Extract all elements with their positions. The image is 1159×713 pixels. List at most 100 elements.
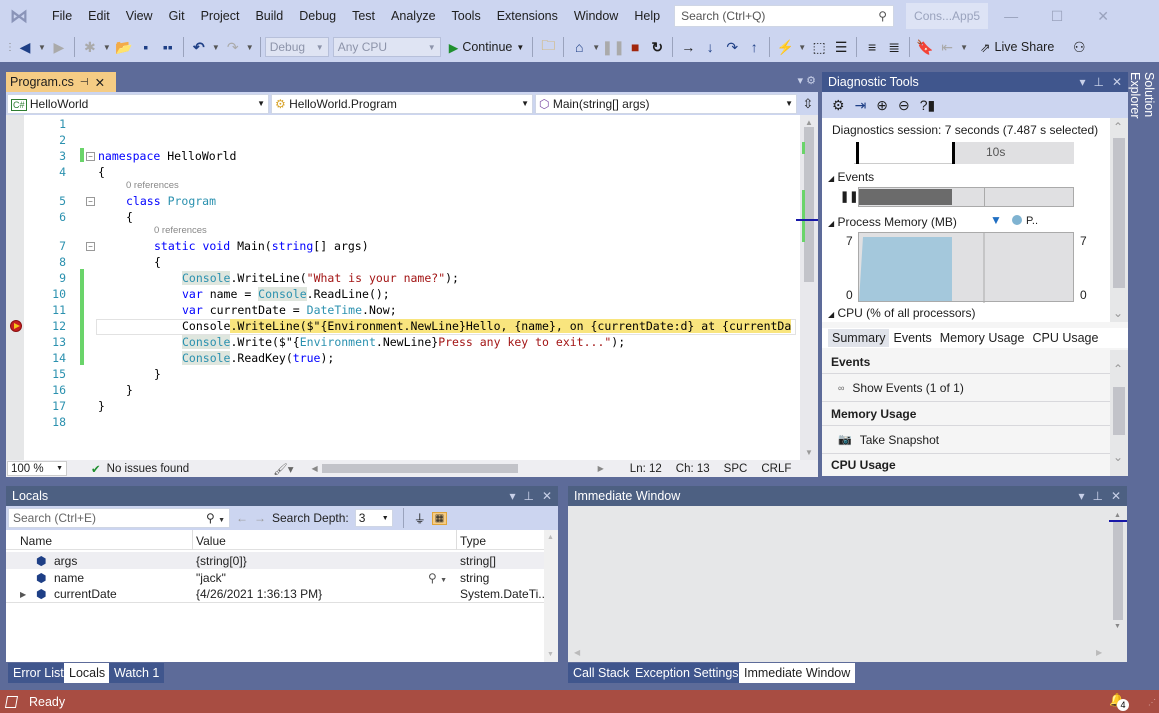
expand-icon[interactable]: ▶ <box>20 590 26 599</box>
whitespace-indicator[interactable]: SPC <box>724 463 748 475</box>
pin-tab-icon[interactable]: ⊣ <box>80 77 89 88</box>
redo-icon[interactable]: ↷ <box>222 36 244 58</box>
show-next-statement-icon[interactable]: → <box>677 36 699 58</box>
maximize-button[interactable]: ☐ <box>1034 8 1080 25</box>
row-value[interactable]: {string[0]} <box>196 554 247 568</box>
open-file-icon[interactable]: 📂 <box>113 36 135 58</box>
menu-tools[interactable]: Tools <box>444 0 489 32</box>
scrollbar-thumb[interactable] <box>1113 138 1125 288</box>
menu-analyze[interactable]: Analyze <box>383 0 443 32</box>
codelens-references[interactable]: 0 references <box>126 180 179 191</box>
solution-name-badge[interactable]: Cons...App5 <box>906 3 989 29</box>
table-row[interactable]: ▶ ⬢ currentDate {4/26/2021 1:36:13 PM} S… <box>6 586 558 603</box>
navigate-back-icon[interactable]: ◀ <box>14 36 36 58</box>
profiler-help-icon[interactable]: ?▮ <box>920 97 936 114</box>
project-select[interactable]: C# HelloWorld ▼ <box>7 93 269 114</box>
tab-events[interactable]: Events <box>889 329 935 347</box>
row-value[interactable]: {4/26/2021 1:36:13 PM} <box>196 587 322 601</box>
break-all-icon[interactable]: ❚❚ <box>601 36 624 58</box>
menu-test[interactable]: Test <box>344 0 383 32</box>
search-depth-select[interactable]: 3 ▼ <box>354 509 393 527</box>
scrollbar-thumb[interactable] <box>1113 387 1125 435</box>
navigate-back-dropdown-icon[interactable]: ▼ <box>38 43 46 52</box>
pane-menu-icon[interactable]: ▾ <box>509 489 515 503</box>
take-snapshot-button[interactable]: 📷 Take Snapshot <box>822 426 1110 454</box>
view-as-table-icon[interactable]: ▦ <box>431 511 448 525</box>
pause-icon[interactable]: ❚❚ <box>840 190 858 203</box>
scroll-up-icon[interactable]: ⌃ <box>1113 120 1123 134</box>
column-header-name[interactable]: Name <box>20 534 52 548</box>
live-visual-tree-icon[interactable]: ☰ <box>830 36 852 58</box>
menu-git[interactable]: Git <box>161 0 193 32</box>
step-out-icon[interactable]: ↑ <box>743 36 765 58</box>
scroll-down-icon[interactable]: ⌄ <box>1113 450 1123 464</box>
solution-explorer-tab[interactable]: Solution Explorer <box>1128 72 1156 162</box>
live-share-button[interactable]: ⇗ Live Share <box>980 40 1054 55</box>
collapse-namespace-icon[interactable]: − <box>86 152 95 161</box>
step-over-icon[interactable]: ↷ <box>721 36 743 58</box>
text-visualizer-icon[interactable]: ⚲ ▼ <box>428 571 447 585</box>
step-into-icon[interactable]: ↓ <box>699 36 721 58</box>
filter-icon[interactable]: ⏚ <box>414 510 426 527</box>
editor-vertical-scrollbar[interactable]: ▲ ▼ <box>796 115 818 460</box>
close-pane-icon[interactable]: ✕ <box>1111 489 1121 503</box>
column-divider[interactable] <box>456 530 457 550</box>
column-header-type[interactable]: Type <box>460 534 486 548</box>
horizontal-scrollbar-thumb[interactable] <box>321 464 518 473</box>
column-header-value[interactable]: Value <box>196 534 226 548</box>
outdent-icon[interactable]: ≣ <box>883 36 905 58</box>
collapse-class-icon[interactable]: − <box>86 197 95 206</box>
events-track[interactable] <box>858 187 1074 207</box>
restart-icon[interactable]: ↻ <box>646 36 668 58</box>
pane-menu-icon[interactable]: ▾ <box>1078 489 1084 503</box>
column-divider[interactable] <box>192 530 193 550</box>
codelens-references[interactable]: 0 references <box>154 225 207 236</box>
scroll-right-icon[interactable]: ▶ <box>598 464 604 473</box>
scroll-right-icon[interactable]: ▶ <box>1096 648 1102 657</box>
zoom-select[interactable]: 100 % ▼ <box>7 461 67 476</box>
feedback-icon[interactable]: ⚇ <box>1068 36 1090 58</box>
immediate-vertical-scrollbar[interactable]: ▲ ▼ <box>1109 506 1127 646</box>
application-insights-icon[interactable]: ⌂ <box>568 36 590 58</box>
locals-search-input[interactable]: Search (Ctrl+E) ⚲ ▼ <box>8 508 230 528</box>
hot-reload-dropdown-icon[interactable]: ▼ <box>798 43 806 52</box>
scroll-left-icon[interactable]: ◀ <box>311 464 317 473</box>
navigate-forward-icon[interactable]: ▶ <box>48 36 70 58</box>
close-window-button[interactable]: ✕ <box>1080 8 1126 25</box>
cpu-section-header[interactable]: ◢ CPU (% of all processors) <box>828 306 976 320</box>
bookmark-icon[interactable]: 🔖 <box>914 36 936 58</box>
scroll-up-icon[interactable]: ▲ <box>805 118 813 127</box>
issues-status[interactable]: No issues found <box>107 463 189 475</box>
split-editor-icon[interactable]: ⇳ <box>799 96 817 112</box>
scroll-up-icon[interactable]: ▲ <box>547 534 554 541</box>
redo-dropdown-icon[interactable]: ▼ <box>246 43 254 52</box>
menu-file[interactable]: File <box>44 0 80 32</box>
save-icon[interactable]: ▪ <box>135 36 157 58</box>
menu-extensions[interactable]: Extensions <box>489 0 566 32</box>
code-cleanup-icon[interactable]: 🖌▾ <box>273 462 293 476</box>
menu-help[interactable]: Help <box>626 0 668 32</box>
locals-vertical-scrollbar[interactable]: ▲ ▼ <box>544 530 558 662</box>
memory-graph[interactable] <box>858 232 1074 303</box>
undo-icon[interactable]: ↶ <box>188 36 210 58</box>
line-indicator[interactable]: Ln: 12 <box>630 463 662 475</box>
tab-immediate-window[interactable]: Immediate Window <box>739 663 856 683</box>
type-select[interactable]: ⚙ HelloWorld.Program ▼ <box>271 93 533 114</box>
previous-bookmark-icon[interactable]: ⇤ <box>936 36 958 58</box>
memory-section-header[interactable]: ◢ Process Memory (MB) <box>828 215 957 229</box>
new-item-dropdown-icon[interactable]: ▼ <box>103 43 111 52</box>
hot-reload-icon[interactable]: ⚡ <box>774 36 796 58</box>
immediate-input-area[interactable] <box>568 506 1109 646</box>
breakpoint-margin[interactable] <box>6 115 24 460</box>
selection-start-handle[interactable] <box>856 142 859 164</box>
scroll-left-icon[interactable]: ◀ <box>574 648 580 657</box>
scrollbar-thumb[interactable] <box>1113 522 1123 620</box>
scroll-down-icon[interactable]: ⌄ <box>1113 306 1123 320</box>
tab-locals[interactable]: Locals <box>64 663 111 683</box>
output-window-icon[interactable] <box>4 695 19 708</box>
scroll-down-icon[interactable]: ▼ <box>805 448 813 457</box>
notification-count-badge[interactable]: 4 <box>1117 699 1129 711</box>
line-ending-indicator[interactable]: CRLF <box>761 463 791 475</box>
select-element-icon[interactable]: ⬚ <box>808 36 830 58</box>
menu-build[interactable]: Build <box>247 0 291 32</box>
